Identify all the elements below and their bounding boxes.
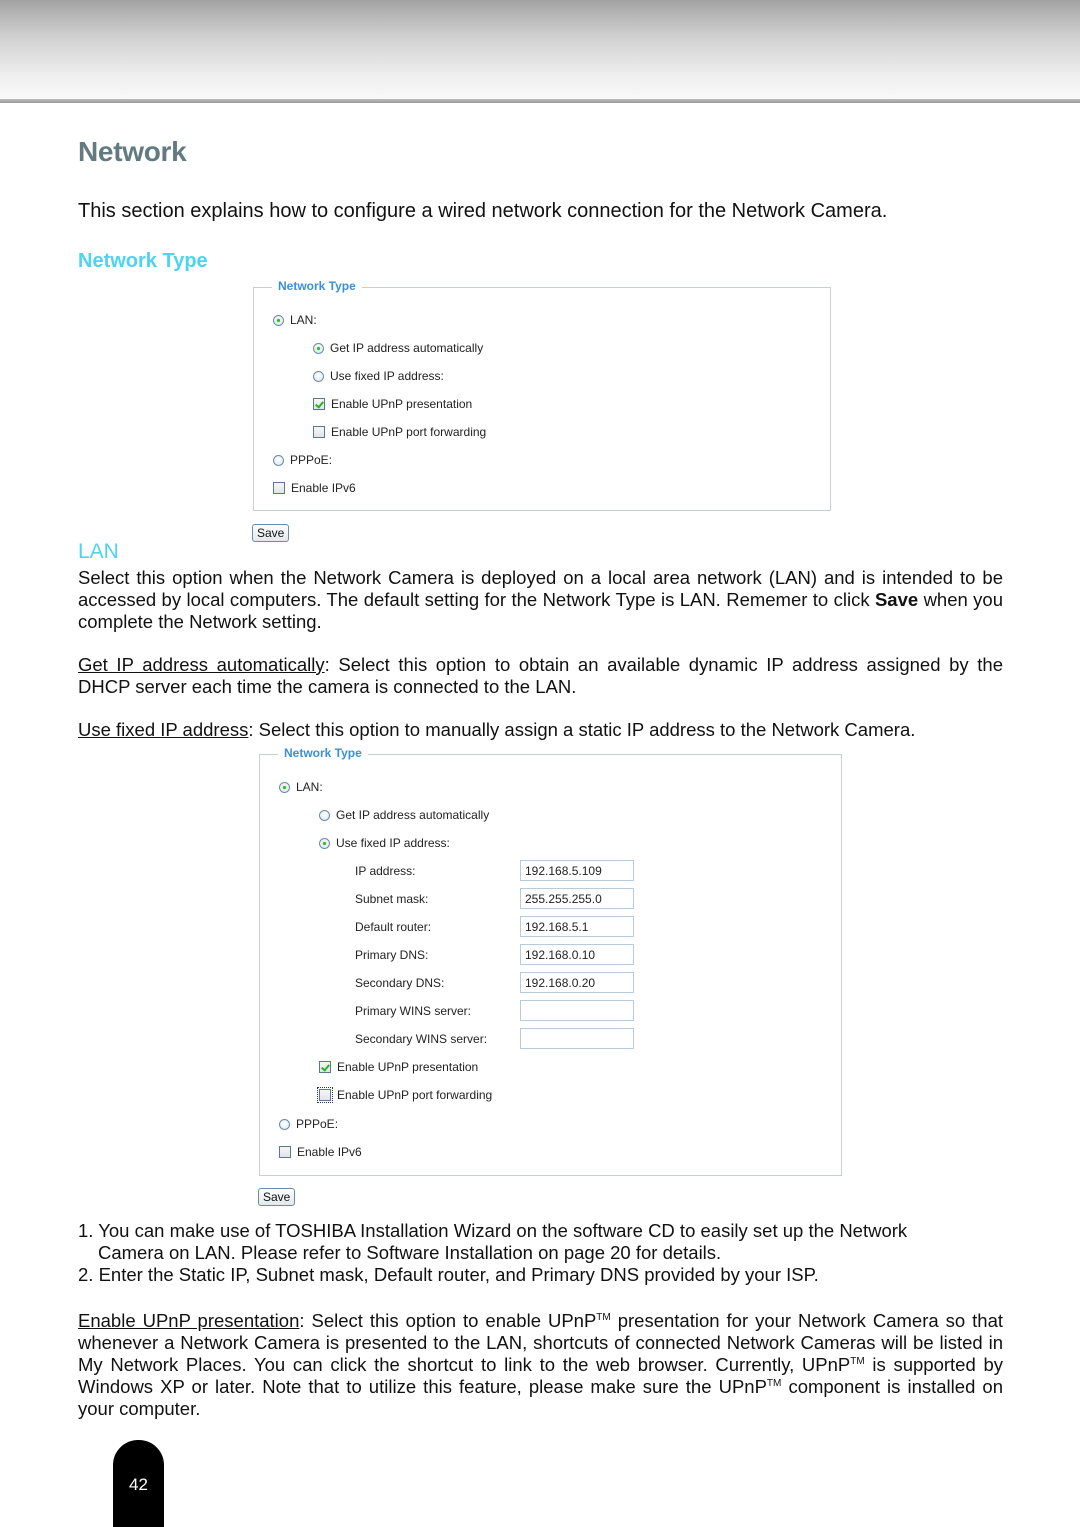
- get-ip-auto-label: Get IP address automatically: [330, 341, 484, 355]
- panel-legend: Network Type: [278, 746, 368, 760]
- upnp-port-forwarding-label: Enable UPnP port forwarding: [331, 425, 487, 439]
- upnp-port-forwarding-label: Enable UPnP port forwarding: [337, 1088, 493, 1102]
- page-title: Network: [78, 136, 187, 167]
- use-fixed-ip-radio[interactable]: [313, 370, 324, 382]
- save-button[interactable]: Save: [258, 1188, 296, 1206]
- pppoe-option[interactable]: PPPoE:: [273, 453, 332, 467]
- intro-text: This section explains how to configure a…: [78, 200, 888, 222]
- primary-wins-input[interactable]: [520, 1000, 634, 1021]
- note-item-2: 2. Enter the Static IP, Subnet mask, Def…: [78, 1264, 819, 1286]
- panel-legend: Network Type: [272, 279, 362, 293]
- upnp-presentation-checkbox[interactable]: [319, 1061, 331, 1073]
- upnp-port-forwarding-option[interactable]: Enable UPnP port forwarding: [317, 1087, 493, 1103]
- pppoe-label: PPPoE:: [290, 453, 333, 467]
- trademark-mark: TM: [850, 1355, 865, 1367]
- lan-radio[interactable]: [273, 314, 284, 326]
- pppoe-label: PPPoE:: [296, 1117, 339, 1131]
- note-text: Enter the Static IP, Subnet mask, Defaul…: [98, 1264, 819, 1285]
- page-header-band: [0, 0, 1080, 100]
- upnp-port-forwarding-checkbox[interactable]: [317, 1087, 333, 1103]
- save-emphasis: Save: [874, 589, 919, 610]
- ip-address-label: IP address:: [355, 864, 416, 878]
- upnp-port-forwarding-option[interactable]: Enable UPnP port forwarding: [313, 425, 486, 439]
- lan-label: LAN:: [296, 780, 323, 794]
- upnp-presentation-option[interactable]: Enable UPnP presentation: [313, 397, 472, 411]
- secondary-dns-input[interactable]: [520, 972, 634, 993]
- note-number: 1.: [78, 1220, 94, 1241]
- note-text: You can make use of TOSHIBA Installation…: [98, 1220, 908, 1241]
- trademark-mark: TM: [766, 1377, 782, 1389]
- upnp-presentation-label: Enable UPnP presentation: [337, 1060, 479, 1074]
- subnet-mask-input[interactable]: [520, 888, 634, 909]
- section-heading-network-type: Network Type: [78, 250, 208, 272]
- use-fixed-ip-option[interactable]: Use fixed IP address:: [319, 836, 450, 850]
- default-router-label: Default router:: [355, 920, 432, 934]
- secondary-dns-label: Secondary DNS:: [355, 976, 445, 990]
- lan-option[interactable]: LAN:: [273, 313, 317, 327]
- lan-label: LAN:: [290, 313, 317, 327]
- fixed-ip-term: Use fixed IP address: [78, 719, 249, 740]
- use-fixed-ip-option[interactable]: Use fixed IP address:: [313, 369, 444, 383]
- ipv6-label: Enable IPv6: [291, 481, 356, 495]
- get-ip-auto-description: Get IP address automatically: Select thi…: [78, 654, 1003, 698]
- note-text-cont: Camera on LAN. Please refer to Software …: [98, 1242, 722, 1263]
- note-number: 2.: [78, 1264, 94, 1285]
- ipv6-option[interactable]: Enable IPv6: [273, 481, 356, 495]
- network-type-panel-fixed-ip: Network Type LAN: Get IP address automat…: [259, 746, 842, 1176]
- get-ip-auto-option[interactable]: Get IP address automatically: [319, 808, 489, 822]
- get-ip-auto-radio[interactable]: [313, 342, 324, 354]
- network-type-panel-default: Network Type LAN: Get IP address automat…: [253, 279, 831, 511]
- pppoe-radio[interactable]: [273, 454, 284, 466]
- default-router-input[interactable]: [520, 916, 634, 937]
- lan-desc-text: Select this option when the Network Came…: [78, 567, 1003, 610]
- lan-radio[interactable]: [279, 781, 290, 793]
- secondary-wins-label: Secondary WINS server:: [355, 1032, 488, 1046]
- page-number-tab: 42: [113, 1440, 164, 1527]
- ip-address-input[interactable]: [520, 860, 634, 881]
- use-fixed-ip-label: Use fixed IP address:: [336, 836, 450, 850]
- section-heading-lan: LAN: [78, 540, 119, 563]
- upnp-presentation-option[interactable]: Enable UPnP presentation: [319, 1060, 478, 1074]
- lan-option[interactable]: LAN:: [279, 780, 323, 794]
- upnp-presentation-checkbox[interactable]: [313, 398, 325, 410]
- save-button[interactable]: Save: [252, 524, 290, 542]
- pppoe-option[interactable]: PPPoE:: [279, 1117, 338, 1131]
- ipv6-checkbox[interactable]: [273, 482, 285, 494]
- upnp-presentation-label: Enable UPnP presentation: [331, 397, 473, 411]
- use-fixed-ip-label: Use fixed IP address:: [330, 369, 444, 383]
- upnp-port-forwarding-checkbox[interactable]: [313, 426, 325, 438]
- upnp-term: Enable UPnP presentation: [78, 1310, 300, 1331]
- get-ip-auto-option[interactable]: Get IP address automatically: [313, 341, 483, 355]
- get-ip-auto-term: Get IP address automatically: [78, 654, 325, 675]
- trademark-mark: TM: [596, 1311, 611, 1323]
- get-ip-auto-radio[interactable]: [319, 809, 330, 821]
- primary-wins-label: Primary WINS server:: [355, 1004, 472, 1018]
- fixed-ip-desc: : Select this option to manually assign …: [248, 719, 916, 740]
- ipv6-checkbox[interactable]: [279, 1146, 291, 1158]
- get-ip-auto-label: Get IP address automatically: [336, 808, 490, 822]
- ipv6-label: Enable IPv6: [297, 1145, 362, 1159]
- header-divider: [0, 99, 1080, 103]
- use-fixed-ip-radio[interactable]: [319, 837, 330, 849]
- note-item-1: 1. You can make use of TOSHIBA Installat…: [78, 1220, 907, 1264]
- subnet-mask-label: Subnet mask:: [355, 892, 429, 906]
- pppoe-radio[interactable]: [279, 1118, 290, 1130]
- upnp-description: Enable UPnP presentation: Select this op…: [78, 1310, 1003, 1420]
- page-number: 42: [129, 1475, 148, 1494]
- lan-description: Select this option when the Network Came…: [78, 567, 1003, 633]
- ipv6-option[interactable]: Enable IPv6: [279, 1145, 362, 1159]
- secondary-wins-input[interactable]: [520, 1028, 634, 1049]
- fixed-ip-description: Use fixed IP address: Select this option…: [78, 719, 1003, 741]
- upnp-text: : Select this option to enable UPnP: [299, 1310, 597, 1331]
- primary-dns-input[interactable]: [520, 944, 634, 965]
- primary-dns-label: Primary DNS:: [355, 948, 429, 962]
